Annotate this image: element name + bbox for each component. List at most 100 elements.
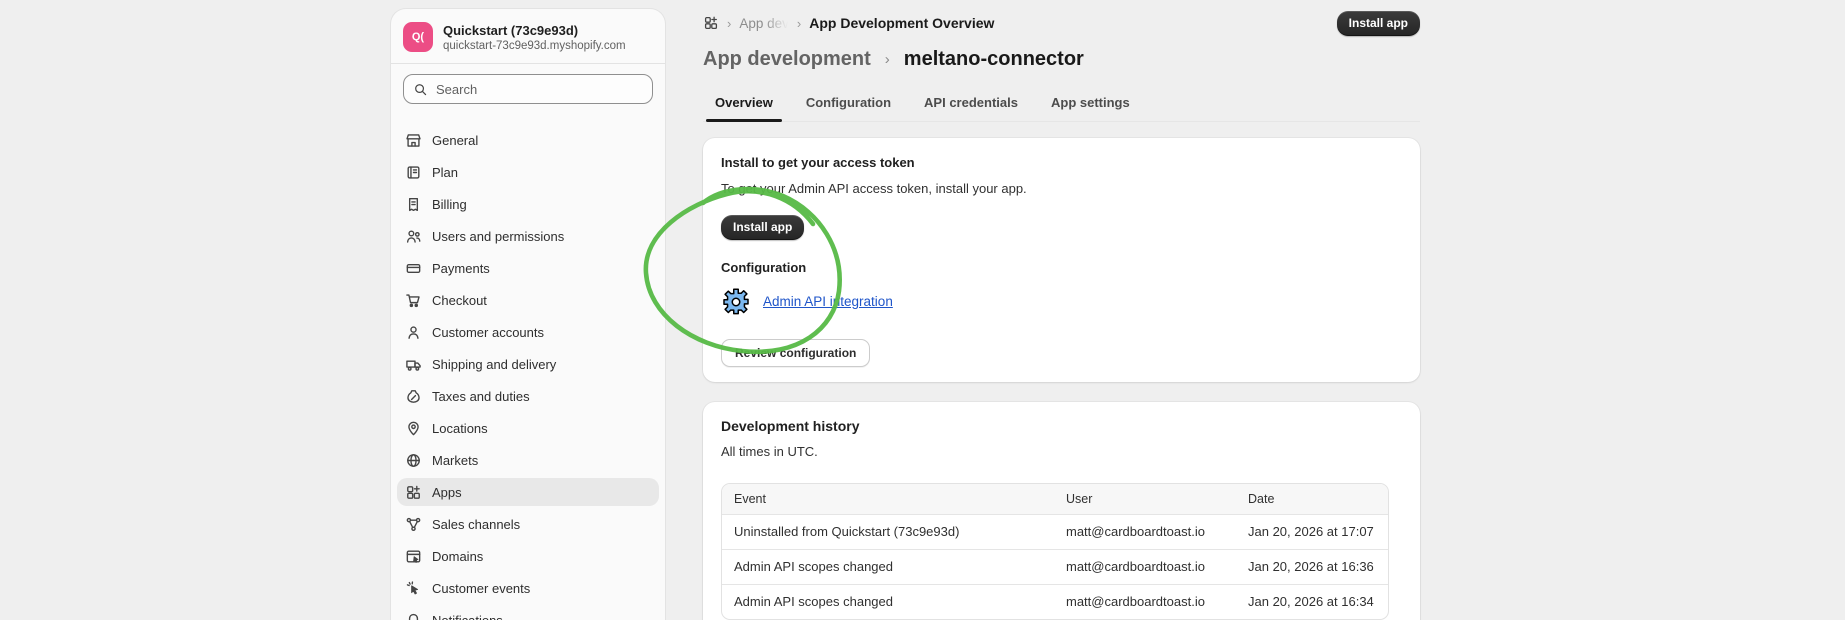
- table-row: Admin API scopes changed matt@cardboardto…: [722, 584, 1388, 619]
- page-title: App development › meltano-connector: [703, 48, 1420, 71]
- sidebar-item-checkout[interactable]: Checkout: [397, 286, 659, 314]
- sidebar-item-label: Domains: [432, 548, 484, 564]
- install-card-title: Install to get your access token: [721, 155, 915, 170]
- title-app-name: meltano-connector: [903, 48, 1084, 70]
- sidebar-item-sales-channels[interactable]: Sales channels: [397, 510, 659, 538]
- tab-api-credentials[interactable]: API credentials: [912, 89, 1030, 121]
- users-icon: [405, 228, 422, 245]
- sidebar-item-label: Billing: [432, 196, 467, 212]
- review-configuration-button[interactable]: Review configuration: [721, 339, 871, 367]
- date-cell: Jan 20, 2026 at 16:34: [1236, 584, 1388, 619]
- tab-overview[interactable]: Overview: [703, 89, 785, 122]
- column-header-event: Event: [722, 484, 1054, 515]
- sidebar-item-label: Checkout: [432, 292, 487, 308]
- sidebar-item-label: Plan: [432, 164, 459, 180]
- tab-configuration[interactable]: Configuration: [794, 89, 903, 121]
- breadcrumb-current: App Development Overview: [809, 15, 995, 31]
- title-app-development-link[interactable]: App development: [703, 48, 871, 71]
- apps-grid-icon: [703, 15, 719, 31]
- shopify-settings-page: Q( Quickstart (73c9e93d) quickstart-73c9…: [0, 0, 1845, 620]
- globe-icon: [405, 452, 422, 469]
- sidebar-item-label: Customer accounts: [432, 324, 544, 340]
- install-card: Install to get your access token To get …: [703, 138, 1420, 382]
- table-row: Uninstalled from Quickstart (73c9e93d) ma…: [722, 514, 1388, 550]
- title-separator: ›: [884, 51, 890, 68]
- sidebar-item-label: Notifications: [432, 612, 503, 620]
- user-cell: matt@cardboardtoast.io: [1054, 549, 1236, 585]
- admin-api-integration-link[interactable]: Admin API integration: [763, 294, 893, 309]
- user-cell: matt@cardboardtoast.io: [1054, 584, 1236, 619]
- main-content: › App dev › App Development Overview Ins…: [703, 0, 1420, 620]
- cursor-icon: [405, 580, 422, 597]
- gear-icon: [721, 287, 751, 317]
- moneybag-icon: [405, 388, 422, 405]
- store-name: Quickstart (73c9e93d): [443, 22, 579, 38]
- breadcrumb-separator: ›: [727, 15, 732, 31]
- storefront-icon: [405, 132, 422, 149]
- bell-icon: [405, 612, 422, 620]
- pin-icon: [405, 420, 422, 437]
- column-header-user: User: [1054, 484, 1236, 515]
- event-cell: Uninstalled from Quickstart (73c9e93d): [722, 514, 1054, 550]
- sidebar-item-markets[interactable]: Markets: [397, 446, 659, 474]
- sidebar-item-label: Taxes and duties: [432, 388, 530, 404]
- store-switcher[interactable]: Q( Quickstart (73c9e93d) quickstart-73c9…: [391, 9, 665, 63]
- breadcrumb: › App dev › App Development Overview: [703, 13, 1420, 33]
- sidebar-item-shipping-and-delivery[interactable]: Shipping and delivery: [397, 350, 659, 378]
- sidebar-item-label: Shipping and delivery: [432, 356, 557, 372]
- sidebar-item-users-and-permissions[interactable]: Users and permissions: [397, 222, 659, 250]
- install-app-button-top[interactable]: Install app: [1336, 11, 1420, 36]
- store-avatar: Q(: [403, 22, 433, 52]
- sidebar-item-billing[interactable]: Billing: [397, 190, 659, 218]
- sidebar-item-payments[interactable]: Payments: [397, 254, 659, 282]
- column-header-date: Date: [1236, 484, 1388, 515]
- table-row: Admin API scopes changed matt@cardboardto…: [722, 549, 1388, 585]
- person-icon: [405, 324, 422, 341]
- event-cell: Admin API scopes changed: [722, 549, 1054, 585]
- apps-icon: [405, 484, 422, 501]
- sidebar-item-label: Markets: [432, 452, 479, 468]
- install-app-button[interactable]: Install app: [721, 215, 805, 240]
- date-cell: Jan 20, 2026 at 17:07: [1236, 514, 1388, 550]
- billing-icon: [405, 196, 422, 213]
- network-icon: [405, 516, 422, 533]
- configuration-heading: Configuration: [721, 260, 807, 275]
- development-history-card: Development history All times in UTC. Ev…: [703, 402, 1420, 620]
- store-domain: quickstart-73c9e93d.myshopify.com: [443, 39, 626, 52]
- sidebar-item-plan[interactable]: Plan: [397, 158, 659, 186]
- sidebar-item-domains[interactable]: Domains: [397, 542, 659, 570]
- settings-sidebar: Q( Quickstart (73c9e93d) quickstart-73c9…: [390, 8, 666, 620]
- truck-icon: [405, 356, 422, 373]
- sidebar-item-label: Users and permissions: [432, 228, 565, 244]
- tab-bar: Overview Configuration API credentials App …: [703, 89, 1420, 122]
- history-table-header-row: Event User Date: [722, 484, 1388, 515]
- sidebar-item-label: Apps: [432, 484, 462, 500]
- sidebar-item-label: Customer events: [432, 580, 531, 596]
- sidebar-item-taxes-and-duties[interactable]: Taxes and duties: [397, 382, 659, 410]
- sidebar-divider: [391, 63, 665, 64]
- date-cell: Jan 20, 2026 at 16:36: [1236, 549, 1388, 585]
- sidebar-item-notifications[interactable]: Notifications: [397, 606, 659, 620]
- history-table: Event User Date Uninstalled from Quickstar…: [721, 483, 1389, 620]
- sidebar-item-label: General: [432, 132, 479, 148]
- settings-nav: General Plan Billing Users and permissions P…: [391, 114, 665, 620]
- sidebar-item-general[interactable]: General: [397, 126, 659, 154]
- sidebar-item-label: Locations: [432, 420, 488, 436]
- history-card-title: Development history: [721, 418, 860, 434]
- search-input[interactable]: [434, 80, 643, 98]
- search-icon: [413, 82, 428, 97]
- browser-icon: [405, 548, 422, 565]
- breadcrumb-app-dev[interactable]: App dev: [739, 16, 789, 31]
- cart-icon: [405, 292, 422, 309]
- sidebar-item-customer-accounts[interactable]: Customer accounts: [397, 318, 659, 346]
- install-card-description: To get your Admin API access token, inst…: [721, 181, 1027, 196]
- integration-row: Admin API integration: [721, 286, 1402, 317]
- search-box[interactable]: [403, 74, 653, 104]
- sidebar-item-customer-events[interactable]: Customer events: [397, 574, 659, 602]
- history-card-subtitle: All times in UTC.: [721, 444, 818, 459]
- tab-app-settings[interactable]: App settings: [1039, 89, 1142, 121]
- sidebar-item-apps[interactable]: Apps: [397, 478, 659, 506]
- sidebar-item-label: Sales channels: [432, 516, 521, 532]
- plan-icon: [405, 164, 422, 181]
- sidebar-item-locations[interactable]: Locations: [397, 414, 659, 442]
